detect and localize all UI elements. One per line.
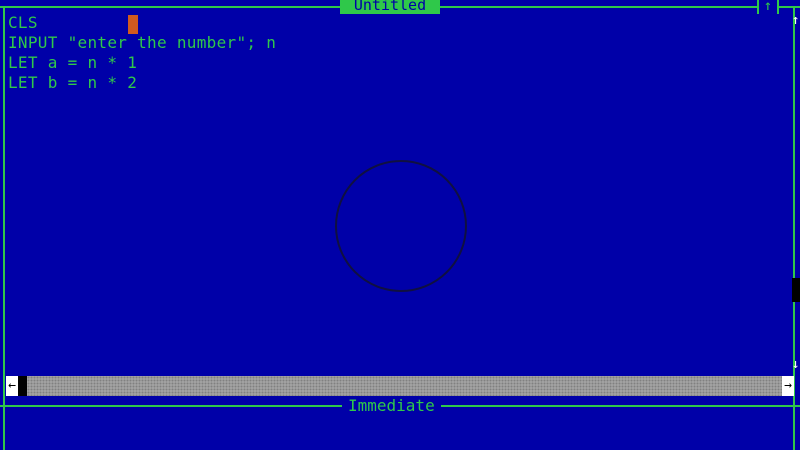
text-cursor [128,15,138,34]
scroll-right-icon[interactable]: → [782,376,794,396]
scroll-down-icon[interactable]: ↓ [791,358,800,372]
code-line[interactable]: CLS [8,13,788,33]
vertical-scroll-thumb[interactable] [792,278,800,302]
horizontal-scroll-thumb[interactable] [18,376,27,396]
window-left-border [3,6,5,450]
maximize-button[interactable]: ↑ [757,0,779,14]
code-line[interactable]: INPUT "enter the number"; n [8,33,788,53]
code-line[interactable]: LET a = n * 1 [8,53,788,73]
scroll-left-icon[interactable]: ← [6,376,18,396]
code-line[interactable]: LET b = n * 2 [8,73,788,93]
vertical-scrollbar[interactable]: ↑ ↓ [791,8,800,376]
window-title: Untitled [340,0,440,14]
circle-overlay [335,160,467,292]
immediate-window-title[interactable]: Immediate [342,397,441,415]
horizontal-scrollbar[interactable]: ← → [6,376,794,396]
scroll-up-icon[interactable]: ↑ [791,14,800,28]
